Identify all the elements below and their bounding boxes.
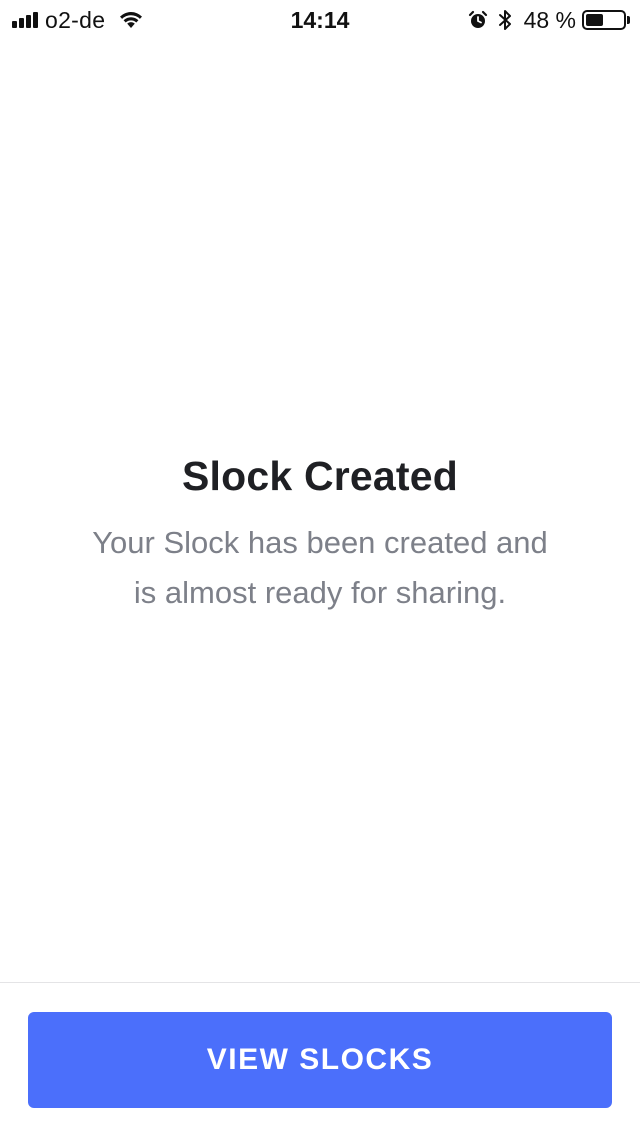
bottom-divider — [0, 982, 640, 983]
battery-icon — [582, 10, 630, 30]
alarm-icon — [468, 10, 488, 30]
page-title: Slock Created — [181, 453, 459, 499]
bluetooth-icon — [498, 9, 512, 31]
confirmation-message: Your Slock has been created and is almos… — [92, 525, 548, 610]
view-slocks-button[interactable]: VIEW SLOCKS — [28, 1012, 612, 1108]
status-right: 48 % — [468, 6, 630, 34]
battery-tip — [627, 16, 630, 24]
confirmation-content: Slock Created Your Slock has been create… — [0, 448, 640, 618]
battery-percentage: 48 % — [523, 6, 576, 33]
status-bar: o2-de 14:14 48 % — [0, 0, 640, 40]
battery-body — [582, 10, 626, 30]
battery-level-fill — [586, 14, 604, 26]
